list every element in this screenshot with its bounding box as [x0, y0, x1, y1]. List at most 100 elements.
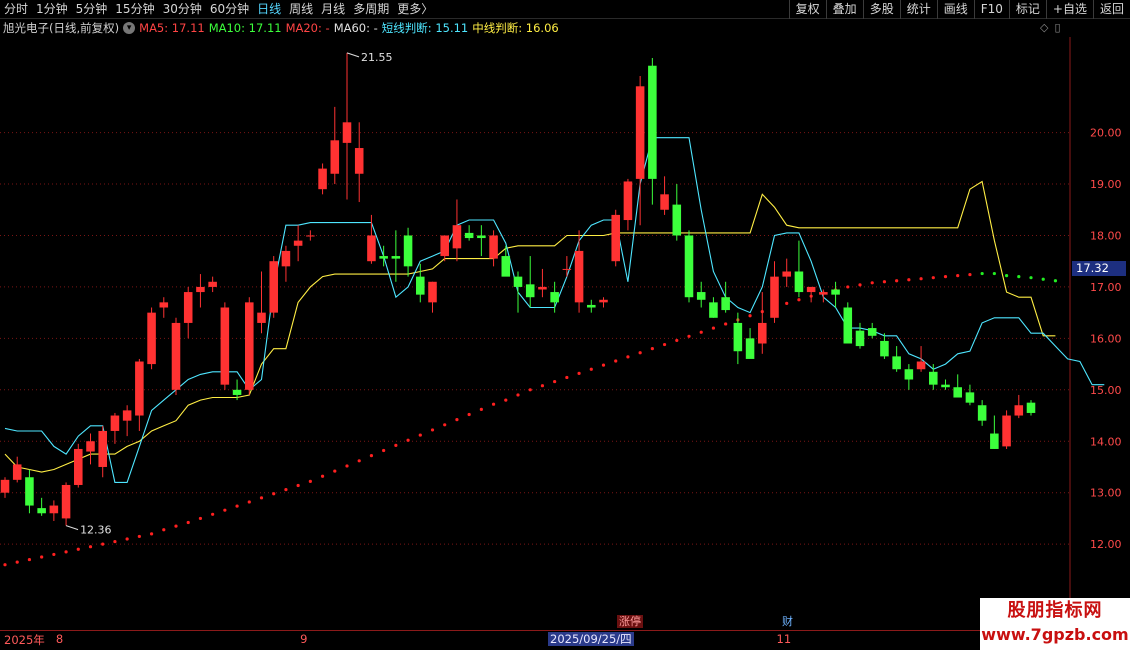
dot-point — [687, 334, 691, 338]
dot-point — [27, 557, 32, 562]
dot-point — [1041, 277, 1045, 281]
candle-body — [269, 261, 278, 313]
dot-point — [3, 563, 7, 567]
dot-point — [540, 384, 545, 388]
date-label: 11 — [776, 632, 792, 646]
toolbar-button-7[interactable]: +自选 — [1045, 0, 1093, 19]
tab-10[interactable]: 更多〉 — [393, 0, 437, 19]
dot-point — [968, 272, 972, 277]
candle-body — [330, 140, 340, 174]
candle-body — [672, 204, 682, 236]
candle-body — [831, 289, 840, 295]
finance-marker[interactable]: 财 — [780, 615, 795, 628]
dot-point — [980, 271, 984, 276]
toolbar-button-3[interactable]: 统计 — [899, 0, 937, 19]
candle-body — [208, 281, 217, 287]
candle-body — [428, 281, 437, 303]
toolbar-button-2[interactable]: 多股 — [862, 0, 900, 19]
dot-point — [113, 539, 117, 544]
tab-3[interactable]: 15分钟 — [111, 0, 158, 19]
panel-toggle-icon[interactable]: ▯ — [1054, 21, 1060, 35]
date-axis: 2025年 8 9 11 2025/09/25/四 — [0, 630, 1130, 650]
ma5-value: MA5: 17.11 — [139, 21, 205, 35]
tab-9[interactable]: 多周期 — [349, 0, 393, 19]
y-tick-label: 12.00 — [1090, 538, 1122, 551]
diamond-icon[interactable]: ◇ — [1040, 21, 1048, 35]
candle-body — [293, 240, 303, 246]
dot-point — [870, 281, 874, 285]
candle-body — [74, 448, 83, 485]
candle-body — [86, 441, 95, 452]
tab-1[interactable]: 1分钟 — [32, 0, 72, 19]
dot-point — [650, 347, 654, 351]
toolbar-button-8[interactable]: 返回 — [1092, 0, 1130, 19]
dot-point — [357, 459, 361, 463]
tab-2[interactable]: 5分钟 — [72, 0, 112, 19]
dot-point — [919, 277, 923, 281]
candle-body — [135, 361, 144, 416]
dot-point — [333, 469, 337, 473]
candle-body — [990, 433, 999, 449]
candle-body — [49, 505, 59, 514]
dot-point — [943, 275, 948, 279]
candle-body — [819, 292, 828, 295]
dot-point — [101, 542, 105, 546]
candle-body — [159, 302, 169, 308]
toolbar-button-1[interactable]: 叠加 — [825, 0, 863, 19]
candlestick-chart[interactable]: 20.00 19.00 18.00 17.00 16.00 15.00 14.00 13.00… — [0, 37, 1130, 630]
mid-judge-value: 中线判断: 16.06 — [472, 21, 559, 35]
candle-body — [452, 225, 462, 249]
candle-body — [0, 479, 10, 493]
dot-point — [394, 443, 398, 447]
dot-point — [699, 330, 703, 334]
candle-body — [648, 65, 657, 179]
candle-body — [953, 387, 962, 398]
date-label: 8 — [55, 632, 64, 646]
low-label: 12.36 — [80, 524, 112, 537]
candle-body — [660, 194, 669, 210]
tab-8[interactable]: 月线 — [317, 0, 349, 19]
watermark: 股朋指标网 www.7gpzb.com — [980, 598, 1130, 650]
dot-point — [931, 276, 935, 280]
toolbar-button-4[interactable]: 画线 — [936, 0, 974, 19]
dot-point — [284, 488, 288, 492]
candle-body — [562, 268, 572, 270]
candle-body — [110, 415, 120, 431]
candle-body — [318, 168, 327, 190]
dot-point — [259, 496, 264, 500]
tab-7[interactable]: 周线 — [285, 0, 317, 19]
tab-6[interactable]: 日线 — [253, 0, 285, 19]
dot-point — [895, 279, 899, 283]
candle-body — [782, 271, 791, 277]
dot-point — [858, 283, 862, 287]
tab-4[interactable]: 30分钟 — [159, 0, 206, 19]
candle-body — [367, 235, 376, 262]
tab-5[interactable]: 60分钟 — [206, 0, 253, 19]
dot-point — [1017, 275, 1021, 279]
candle-body — [220, 307, 230, 385]
dot-point — [516, 393, 520, 397]
candle-body — [977, 405, 987, 421]
candle-body — [489, 235, 498, 259]
dot-point — [662, 342, 667, 347]
dropdown-circle-icon[interactable]: ▾ — [123, 22, 136, 34]
dot-point — [1029, 276, 1033, 280]
top-toolbar: 分时 1分钟 5分钟 15分钟 30分钟 60分钟 日线 周线 月线 多周期 更多〉 复权 叠加 多股统… — [0, 0, 1130, 19]
dot-point — [149, 532, 154, 536]
toolbar-button-0[interactable]: 复权 — [788, 0, 826, 19]
limit-up-marker[interactable]: 涨停 — [617, 615, 643, 628]
candle-body — [696, 292, 706, 300]
dot-point — [76, 547, 80, 551]
tab-0[interactable]: 分时 — [0, 0, 32, 19]
candle-body — [12, 464, 22, 480]
toolbar-button-6[interactable]: 标记 — [1008, 0, 1046, 19]
date-label: 2025年 — [4, 633, 45, 647]
low-pointer — [65, 525, 79, 531]
dot-point — [223, 508, 227, 512]
toolbar-button-5[interactable]: F10 — [973, 0, 1009, 19]
dot-point — [565, 375, 569, 380]
dot-point — [235, 504, 239, 508]
dot-point — [992, 271, 996, 276]
candle-body — [379, 256, 388, 259]
dot-point — [577, 371, 581, 375]
